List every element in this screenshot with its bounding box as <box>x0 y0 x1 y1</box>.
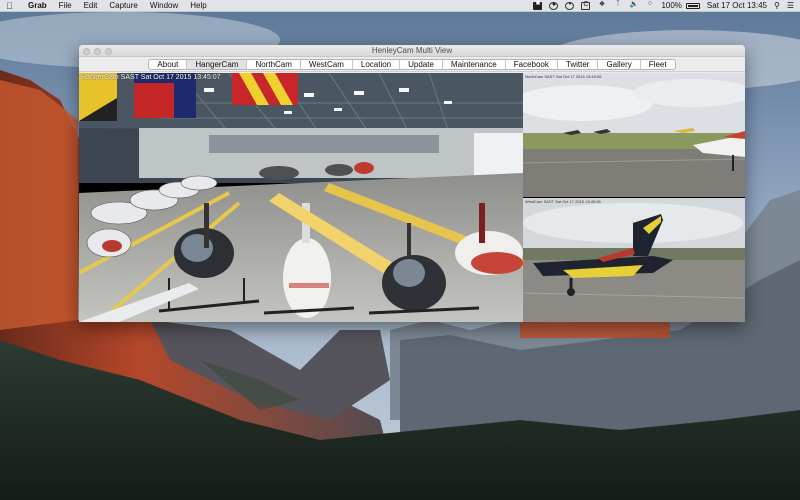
tab-northcam[interactable]: NorthCam <box>247 59 301 69</box>
window-title: HenleyCam Multi View <box>371 46 453 55</box>
volume-icon[interactable]: 🔈 <box>629 1 639 10</box>
bluetooth-icon[interactable]: ᛉ <box>613 0 622 10</box>
spotlight-icon[interactable]: ⚲ <box>774 1 780 10</box>
menu-edit[interactable]: Edit <box>84 1 98 10</box>
status-area: ■ ● • C ❖ ᛉ 🔈 ○ 100% Sat 17 Oct 13:45 ⚲ … <box>526 0 794 10</box>
menu-capture[interactable]: Capture <box>109 1 137 10</box>
battery-icon[interactable] <box>685 2 700 9</box>
circle-icon[interactable]: • <box>565 1 575 10</box>
tab-location[interactable]: Location <box>353 59 401 69</box>
west-camera-feed[interactable]: WestCam SAST Sat Oct 17 2015 13:45:06 <box>523 198 745 322</box>
north-camera-feed[interactable]: NorthCam SAST Sat Oct 17 2015 13:45:06 <box>523 73 745 197</box>
tab-maintenance[interactable]: Maintenance <box>443 59 506 69</box>
tab-twitter[interactable]: Twitter <box>558 59 599 69</box>
hangar-camera-timestamp: HangerCam SAST Sat Oct 17 2015 13:45:07 <box>81 74 221 81</box>
menu-clock[interactable]: Sat 17 Oct 13:45 <box>707 1 767 10</box>
c-icon[interactable]: C <box>581 1 591 10</box>
toolbar: About HangerCam NorthCam WestCam Locatio… <box>79 57 745 72</box>
title-bar[interactable]: HenleyCam Multi View <box>79 45 745 57</box>
menu-app-name[interactable]: Grab <box>28 1 47 10</box>
dark-square-icon[interactable]: ■ <box>533 0 543 10</box>
tab-bar: About HangerCam NorthCam WestCam Locatio… <box>148 58 676 70</box>
hangar-camera-feed[interactable]: HangerCam SAST Sat Oct 17 2015 13:45:07 <box>79 73 523 322</box>
apple-icon[interactable]:  <box>6 1 18 11</box>
menu-bar:  Grab File Edit Capture Window Help ■ ●… <box>0 0 800 12</box>
wifi-icon[interactable]: ○ <box>645 0 654 10</box>
tab-facebook[interactable]: Facebook <box>506 59 558 69</box>
camera-grid: HangerCam SAST Sat Oct 17 2015 13:45:07 <box>79 73 745 322</box>
record-icon[interactable]: ● <box>549 1 559 10</box>
menu-file[interactable]: File <box>59 1 72 10</box>
west-camera-timestamp: WestCam SAST Sat Oct 17 2015 13:45:06 <box>525 199 601 204</box>
tab-hangercam[interactable]: HangerCam <box>187 59 248 69</box>
menu-window[interactable]: Window <box>150 1 178 10</box>
tab-fleet[interactable]: Fleet <box>641 60 675 69</box>
dropbox-icon[interactable]: ❖ <box>597 1 606 10</box>
battery-percent[interactable]: 100% <box>661 1 681 10</box>
tab-update[interactable]: Update <box>400 59 443 69</box>
app-window: HenleyCam Multi View About HangerCam Nor… <box>79 45 745 322</box>
tab-gallery[interactable]: Gallery <box>598 59 641 69</box>
tab-westcam[interactable]: WestCam <box>301 59 353 69</box>
tab-about[interactable]: About <box>149 59 188 69</box>
menu-help[interactable]: Help <box>190 1 206 10</box>
north-camera-timestamp: NorthCam SAST Sat Oct 17 2015 13:45:06 <box>525 74 602 79</box>
notification-center-icon[interactable]: ☰ <box>787 1 794 10</box>
